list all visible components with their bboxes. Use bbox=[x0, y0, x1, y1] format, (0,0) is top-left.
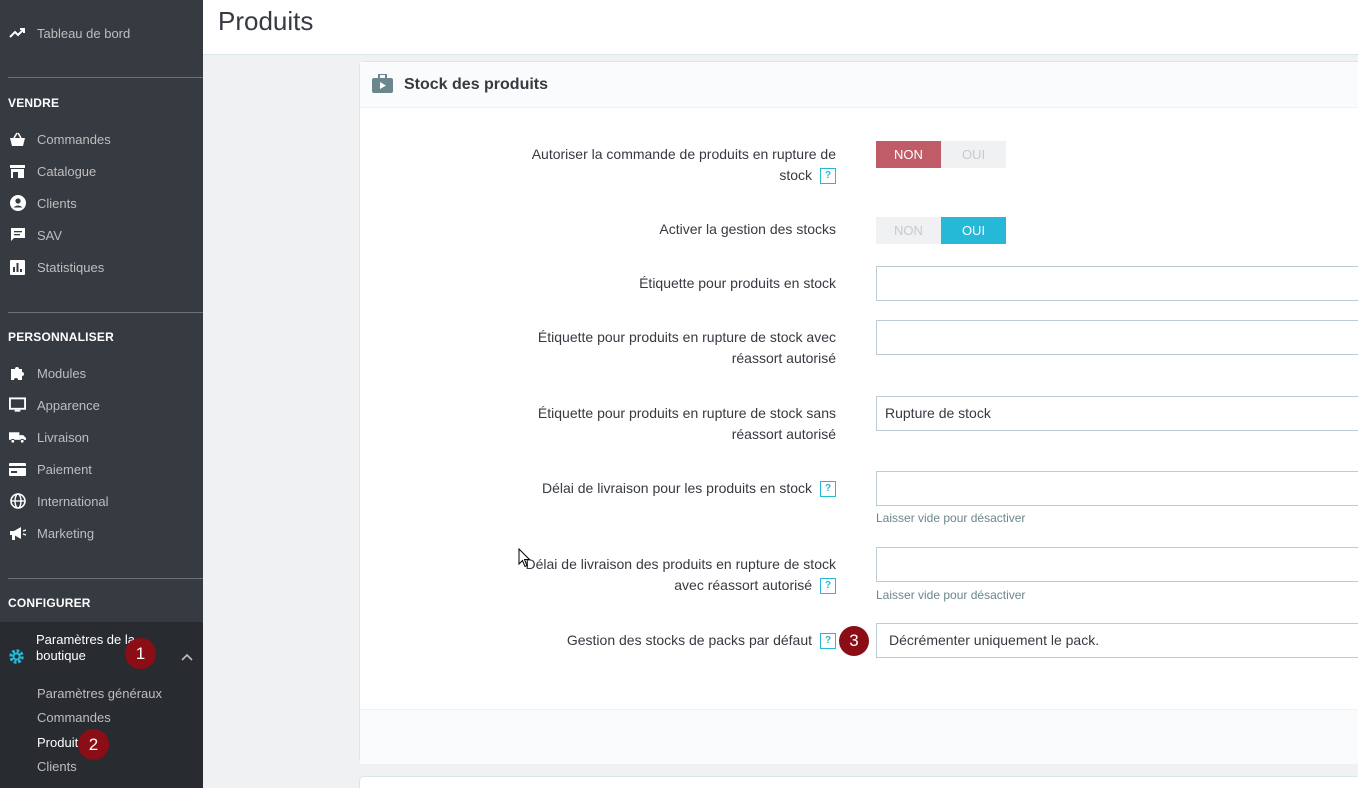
allow-oos-switch[interactable]: NON OUI bbox=[876, 141, 1006, 168]
page-header: Produits bbox=[203, 0, 1358, 55]
nav-catalog[interactable]: Catalogue bbox=[0, 159, 203, 183]
nav-payment-label: Paiement bbox=[37, 461, 92, 477]
account-circle-icon bbox=[9, 195, 26, 212]
nav-appearance[interactable]: Apparence bbox=[0, 393, 203, 417]
page-title: Produits bbox=[218, 6, 314, 36]
sub-item-orders[interactable]: Commandes bbox=[37, 710, 111, 725]
nav-shipping-label: Livraison bbox=[37, 429, 90, 445]
delivery-in-stock-label-text: Délai de livraison pour les produits en … bbox=[541, 480, 812, 496]
label-oos-denied-input[interactable]: Rupture de stock bbox=[876, 396, 1358, 431]
delivery-oos-label: Délai de livraison des produits en ruptu… bbox=[496, 554, 836, 596]
trending-up-icon bbox=[9, 25, 26, 42]
nav-appearance-label: Apparence bbox=[37, 397, 100, 413]
nav-payment[interactable]: Paiement bbox=[0, 457, 203, 481]
bar-chart-icon bbox=[9, 259, 26, 276]
pack-stock-label-text: Gestion des stocks de packs par défaut bbox=[566, 632, 812, 648]
delivery-in-stock-label: Délai de livraison pour les produits en … bbox=[496, 478, 836, 499]
help-icon[interactable]: ? bbox=[820, 168, 836, 185]
allow-oos-label-text: Autoriser la commande de produits en rup… bbox=[531, 146, 836, 183]
nav-stats[interactable]: Statistiques bbox=[0, 255, 203, 279]
nav-marketing-label: Marketing bbox=[37, 525, 95, 541]
chat-icon bbox=[9, 227, 26, 244]
step-badge-2: 2 bbox=[78, 729, 109, 760]
stock-mgmt-non[interactable]: NON bbox=[876, 217, 941, 244]
step-badge-3: 3 bbox=[839, 626, 869, 656]
stock-mgmt-label: Activer la gestion des stocks bbox=[659, 221, 836, 237]
allow-oos-oui[interactable]: OUI bbox=[941, 141, 1006, 168]
panel-header: Stock des produits bbox=[360, 62, 1358, 108]
nav-shop-params[interactable]: Paramètres de la boutique bbox=[0, 630, 203, 666]
inventory-icon bbox=[372, 73, 393, 98]
nav-customers-label: Clients bbox=[37, 195, 77, 211]
delivery-in-stock-hint: Laisser vide pour désactiver bbox=[876, 511, 1026, 525]
sidebar: Tableau de bord VENDRE Commandes Catalog… bbox=[0, 0, 203, 788]
divider bbox=[8, 312, 203, 313]
label-oos-allowed-input[interactable] bbox=[876, 320, 1358, 355]
nav-orders-label: Commandes bbox=[37, 131, 111, 147]
nav-marketing[interactable]: Marketing bbox=[0, 521, 203, 545]
delivery-in-stock-input[interactable] bbox=[876, 471, 1358, 506]
pack-stock-select[interactable]: Décrémenter uniquement le pack. bbox=[876, 623, 1358, 658]
delivery-oos-hint: Laisser vide pour désactiver bbox=[876, 588, 1026, 602]
truck-icon bbox=[9, 429, 26, 446]
nav-sav[interactable]: SAV bbox=[0, 223, 203, 247]
store-icon bbox=[9, 163, 26, 180]
nav-dashboard[interactable]: Tableau de bord bbox=[0, 21, 203, 45]
nav-stats-label: Statistiques bbox=[37, 259, 105, 275]
pack-stock-label: Gestion des stocks de packs par défaut? bbox=[496, 630, 836, 651]
stock-mgmt-switch[interactable]: NON OUI bbox=[876, 217, 1006, 244]
puzzle-icon bbox=[9, 365, 26, 382]
next-panel bbox=[359, 776, 1358, 788]
panel-footer bbox=[360, 709, 1358, 764]
help-icon[interactable]: ? bbox=[820, 633, 836, 650]
allow-oos-label: Autoriser la commande de produits en rup… bbox=[496, 144, 836, 186]
divider bbox=[8, 578, 203, 579]
credit-card-icon bbox=[9, 461, 26, 478]
nav-customers[interactable]: Clients bbox=[0, 191, 203, 215]
section-customize-heading: PERSONNALISER bbox=[8, 330, 114, 344]
nav-shipping[interactable]: Livraison bbox=[0, 425, 203, 449]
nav-sav-label: SAV bbox=[37, 227, 63, 243]
nav-orders[interactable]: Commandes bbox=[0, 127, 203, 151]
nav-modules-label: Modules bbox=[37, 365, 87, 381]
help-icon[interactable]: ? bbox=[820, 481, 836, 498]
stock-mgmt-oui[interactable]: OUI bbox=[941, 217, 1006, 244]
nav-modules[interactable]: Modules bbox=[0, 361, 203, 385]
chevron-up-icon bbox=[181, 649, 193, 664]
nav-international[interactable]: International bbox=[0, 489, 203, 513]
basket-icon bbox=[9, 131, 26, 148]
label-oos-denied-label: Étiquette pour produits en rupture de st… bbox=[537, 405, 836, 442]
allow-oos-non[interactable]: NON bbox=[876, 141, 941, 168]
step-badge-1: 1 bbox=[125, 638, 156, 669]
delivery-oos-label-text: Délai de livraison des produits en ruptu… bbox=[525, 556, 836, 593]
globe-icon bbox=[9, 493, 26, 510]
gear-icon bbox=[8, 648, 25, 668]
megaphone-icon bbox=[9, 525, 26, 542]
label-in-stock-label: Étiquette pour produits en stock bbox=[639, 275, 836, 291]
desktop-icon bbox=[9, 397, 26, 414]
sub-item-general[interactable]: Paramètres généraux bbox=[37, 686, 162, 701]
divider bbox=[8, 77, 203, 78]
sub-item-customers[interactable]: Clients bbox=[37, 759, 77, 774]
label-oos-allowed-label: Étiquette pour produits en rupture de st… bbox=[537, 329, 836, 366]
help-icon[interactable]: ? bbox=[820, 578, 836, 595]
nav-catalog-label: Catalogue bbox=[37, 163, 97, 179]
label-in-stock-input[interactable] bbox=[876, 266, 1358, 301]
nav-dashboard-label: Tableau de bord bbox=[37, 25, 131, 41]
section-configure-heading: CONFIGURER bbox=[8, 596, 91, 610]
mouse-cursor-icon bbox=[518, 547, 531, 573]
nav-international-label: International bbox=[37, 493, 109, 509]
panel-title: Stock des produits bbox=[404, 76, 549, 93]
section-sell-heading: VENDRE bbox=[8, 96, 60, 110]
delivery-oos-input[interactable] bbox=[876, 547, 1358, 582]
